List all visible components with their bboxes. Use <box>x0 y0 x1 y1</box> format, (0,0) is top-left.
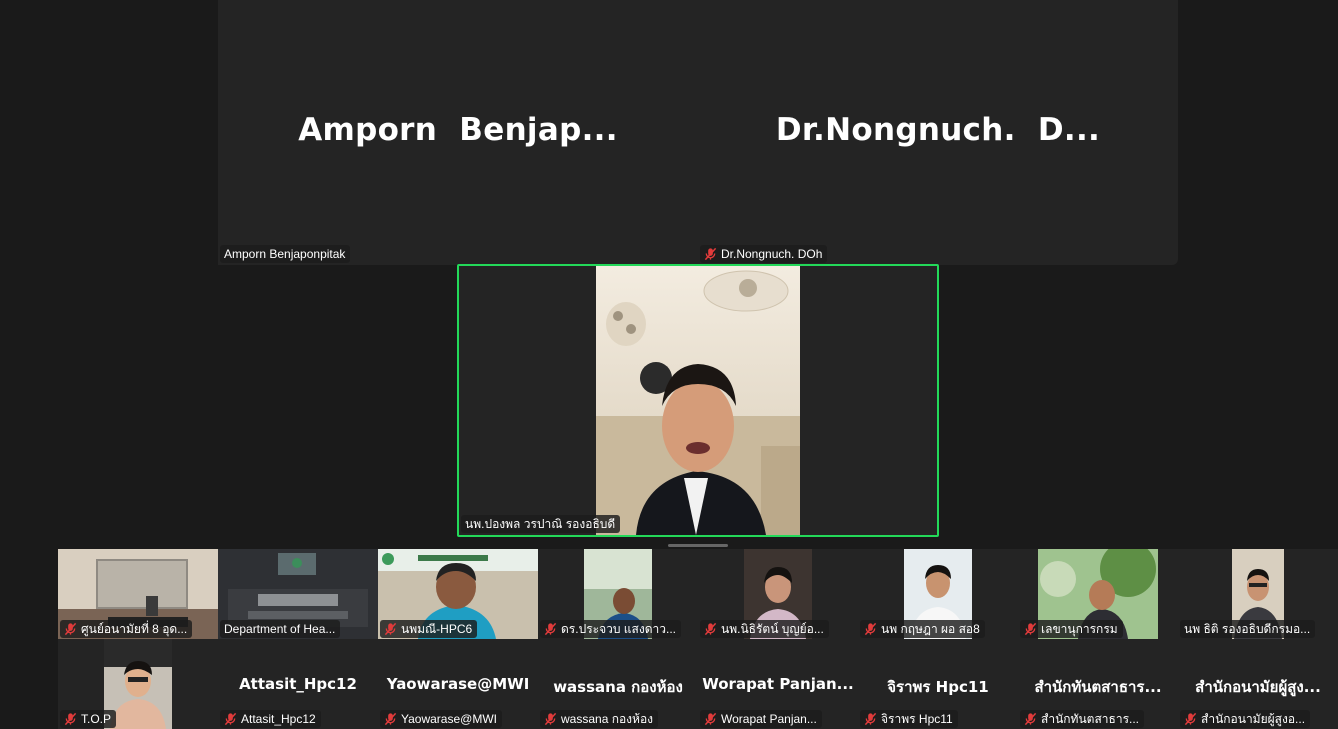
gallery-tile[interactable]: นพ.นิธิรัตน์ บุญย์อ... <box>698 549 858 639</box>
gallery-tile[interactable]: นพมณี-HPC6 <box>378 549 538 639</box>
gallery-tile[interactable]: ดร.ประจวบ แสงดาว... <box>538 549 698 639</box>
speaker-video-frame <box>596 266 800 535</box>
gallery-tile[interactable]: จิราพร Hpc11 จิราพร Hpc11 <box>858 639 1018 729</box>
participant-name-label: นพ ธิติ รองอธิบดีกรมอ... <box>1180 620 1316 638</box>
participant-display-name: wassana กองห้อง <box>553 678 683 696</box>
participant-display-name: Attasit_Hpc12 <box>239 675 357 693</box>
muted-mic-icon <box>1024 622 1037 636</box>
gallery-tile[interactable]: Attasit_Hpc12 Attasit_Hpc12 <box>218 639 378 729</box>
muted-mic-icon <box>384 712 397 726</box>
participant-display-name: สำนักทันตสาธาร... <box>1034 678 1162 696</box>
participant-name-label: สำนักทันตสาธาร... <box>1020 710 1145 728</box>
muted-mic-icon <box>704 712 717 726</box>
muted-mic-icon <box>384 622 397 636</box>
participant-display-name: Worapat Panjan... <box>702 675 854 693</box>
participant-name-text: นพ.นิธิรัตน์ บุญย์อ... <box>721 622 824 636</box>
participant-name-text: Dr.Nongnuch. DOh <box>721 247 823 261</box>
muted-mic-icon <box>864 712 877 726</box>
participant-name-label: Amporn Benjaponpitak <box>220 245 351 263</box>
participant-display-name: สำนักอนามัยผู้สูง... <box>1195 678 1321 696</box>
participant-name-label: Attasit_Hpc12 <box>220 710 321 728</box>
participant-name-text: Yaowarase@MWI <box>401 712 497 726</box>
muted-mic-icon <box>1024 712 1037 726</box>
participant-name-text: สำนักอนามัยผู้สูงอ... <box>1201 712 1306 726</box>
muted-mic-icon <box>224 712 237 726</box>
gallery-tile[interactable]: สำนักอนามัยผู้สูง... สำนักอนามัยผู้สูงอ.… <box>1178 639 1338 729</box>
muted-mic-icon <box>704 247 717 261</box>
muted-mic-icon <box>544 712 557 726</box>
participant-name-label: นพ กฤษฎา ผอ สอ8 <box>860 620 985 638</box>
participant-name-text: สำนักทันตสาธาร... <box>1041 712 1140 726</box>
muted-mic-icon <box>64 622 77 636</box>
active-speaker-tile[interactable]: นพ.ปองพล วรปาณิ รองอธิบดี <box>457 264 939 537</box>
participant-name-text: T.O.P <box>81 712 112 726</box>
participant-name-text: Attasit_Hpc12 <box>241 712 316 726</box>
gallery-tile[interactable]: นพ กฤษฎา ผอ สอ8 <box>858 549 1018 639</box>
gallery-tile[interactable]: Department of Hea... <box>218 549 378 639</box>
participant-display-name: Amporn Benjap... <box>298 112 618 148</box>
participant-name-text: นพมณี-HPC6 <box>401 622 473 636</box>
participant-name-label: นพมณี-HPC6 <box>380 620 478 638</box>
gallery-tile[interactable]: Worapat Panjan... Worapat Panjan... <box>698 639 858 729</box>
participant-name-label: wassana กองห้อง <box>540 710 659 728</box>
participant-name-text: ศูนย์อนามัยที่ 8 อุด... <box>81 622 188 636</box>
participant-tile-amporn[interactable]: Amporn Benjap... Amporn Benjaponpitak <box>218 0 698 265</box>
participant-display-name: Dr.Nongnuch. D... <box>775 112 1101 148</box>
participant-name-label: Worapat Panjan... <box>700 710 822 728</box>
participant-display-name: จิราพร Hpc11 <box>887 678 989 696</box>
participant-name-text: นพ กฤษฎา ผอ สอ8 <box>881 622 980 636</box>
participant-name-label: นพ.นิธิรัตน์ บุญย์อ... <box>700 620 829 638</box>
gallery-tile[interactable]: T.O.P <box>58 639 218 729</box>
participant-name-label: Department of Hea... <box>220 620 341 638</box>
participant-name-text: จิราพร Hpc11 <box>881 712 953 726</box>
participant-name-text: ดร.ประจวบ แสงดาว... <box>561 622 676 636</box>
participant-name-label: ศูนย์อนามัยที่ 8 อุด... <box>60 620 193 638</box>
participant-name-label: เลขานุการกรม <box>1020 620 1123 638</box>
participant-name-text: Department of Hea... <box>224 622 336 636</box>
participant-name-label: Yaowarase@MWI <box>380 710 502 728</box>
muted-mic-icon <box>64 712 77 726</box>
participant-name-text: wassana กองห้อง <box>561 712 654 726</box>
participant-name-text: นพ ธิติ รองอธิบดีกรมอ... <box>1184 622 1311 636</box>
participant-name-label: Dr.Nongnuch. DOh <box>700 245 828 263</box>
participant-name-label: ดร.ประจวบ แสงดาว... <box>540 620 681 638</box>
gallery-tile[interactable]: wassana กองห้อง wassana กองห้อง <box>538 639 698 729</box>
participant-name-label: สำนักอนามัยผู้สูงอ... <box>1180 710 1311 728</box>
gallery-tile[interactable]: ศูนย์อนามัยที่ 8 อุด... <box>58 549 218 639</box>
participant-name-label: T.O.P <box>60 710 117 728</box>
muted-mic-icon <box>1184 712 1197 726</box>
muted-mic-icon <box>864 622 877 636</box>
gallery-resize-handle[interactable] <box>668 544 728 547</box>
participant-display-name: Yaowarase@MWI <box>386 675 530 693</box>
gallery-tile[interactable]: Yaowarase@MWI Yaowarase@MWI <box>378 639 538 729</box>
gallery-tile[interactable]: นพ ธิติ รองอธิบดีกรมอ... <box>1178 549 1338 639</box>
participant-name-text: เลขานุการกรม <box>1041 622 1118 636</box>
participant-name-label: จิราพร Hpc11 <box>860 710 958 728</box>
gallery-tile[interactable]: เลขานุการกรม <box>1018 549 1178 639</box>
participant-name-text: Amporn Benjaponpitak <box>224 247 346 261</box>
speaker-video <box>596 266 800 535</box>
muted-mic-icon <box>544 622 557 636</box>
participant-tile-nongnuch[interactable]: Dr.Nongnuch. D... Dr.Nongnuch. DOh <box>698 0 1178 265</box>
speaker-name-label: นพ.ปองพล วรปาณิ รองอธิบดี <box>461 515 620 533</box>
speaker-name-text: นพ.ปองพล วรปาณิ รองอธิบดี <box>465 517 616 531</box>
muted-mic-icon <box>704 622 717 636</box>
participant-name-text: Worapat Panjan... <box>721 712 817 726</box>
gallery-tile[interactable]: สำนักทันตสาธาร... สำนักทันตสาธาร... <box>1018 639 1178 729</box>
